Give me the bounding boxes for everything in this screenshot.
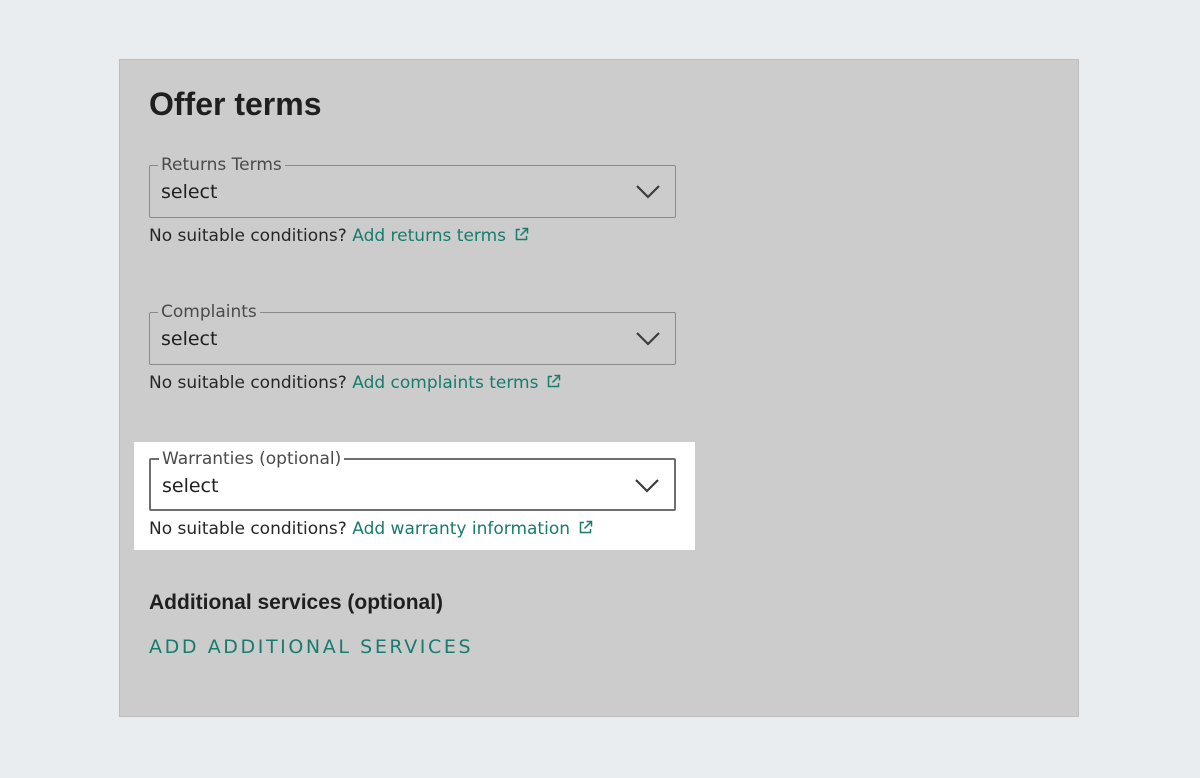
add-warranty-information-link[interactable]: Add warranty information [352,519,593,539]
chevron-down-icon [636,185,660,199]
add-additional-services-button[interactable]: ADD ADDITIONAL SERVICES [149,636,473,658]
returns-terms-label: Returns Terms [158,155,285,175]
complaints-label: Complaints [158,302,260,322]
warranties-label: Warranties (optional) [159,449,345,469]
returns-hint: No suitable conditions? Add returns term… [149,226,529,246]
page-title: Offer terms [149,86,322,122]
add-warranty-information-label: Add warranty information [352,519,570,539]
external-link-icon [548,374,561,388]
offer-terms-panel: Offer terms Returns Terms select No suit… [119,59,1079,717]
add-complaints-terms-link[interactable]: Add complaints terms [352,373,561,393]
chevron-down-icon [635,479,659,493]
complaints-hint: No suitable conditions? Add complaints t… [149,373,561,393]
warranties-select[interactable]: Warranties (optional) select [149,449,676,511]
add-returns-terms-label: Add returns terms [352,226,507,246]
chevron-down-icon [636,332,660,346]
complaints-hint-text: No suitable conditions? [149,373,347,393]
add-complaints-terms-label: Add complaints terms [352,373,539,393]
warranties-hint-text: No suitable conditions? [149,519,347,539]
additional-services-heading: Additional services (optional) [149,591,444,614]
returns-hint-text: No suitable conditions? [149,226,347,246]
add-returns-terms-link[interactable]: Add returns terms [352,226,529,246]
warranties-value: select [162,475,219,497]
external-link-icon [515,227,529,241]
returns-terms-value: select [161,181,218,203]
external-link-icon [579,520,593,534]
complaints-select[interactable]: Complaints select [149,302,676,365]
warranties-hint: No suitable conditions? Add warranty inf… [149,519,593,539]
complaints-value: select [161,328,218,350]
returns-terms-select[interactable]: Returns Terms select [149,155,676,218]
